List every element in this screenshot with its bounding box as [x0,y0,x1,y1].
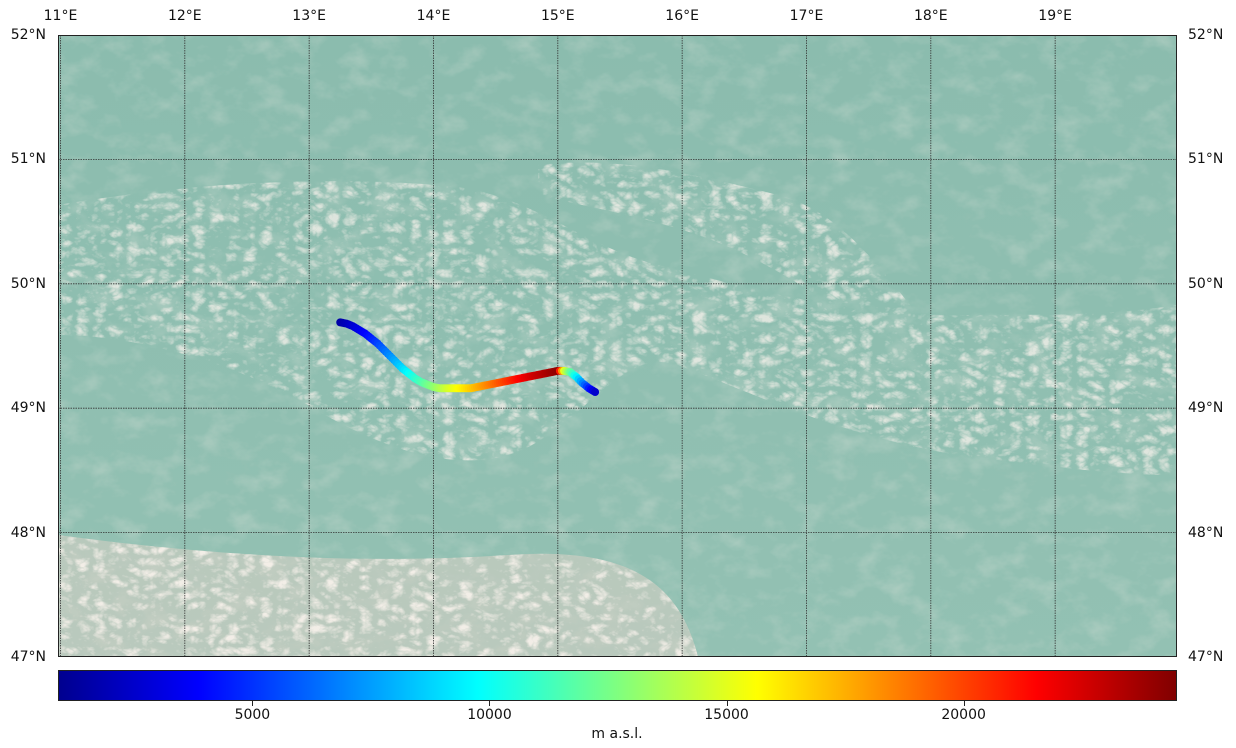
colorbar-tick-label: 20000 [941,707,986,723]
track-point [591,388,600,397]
lon-tick-label: 11°E [43,8,78,24]
lat-tick-label-right: 47°N [1188,649,1224,665]
colorbar-tick-label: 15000 [704,707,749,723]
lon-tick-label: 18°E [913,8,948,24]
lon-tick-label: 12°E [167,8,202,24]
lon-tick-label: 13°E [292,8,326,24]
lat-tick-label-right: 49°N [1188,400,1224,417]
lat-tick-label-right: 50°N [1188,275,1224,292]
colorbar-tick [963,701,965,706]
lat-tick-label-right: 48°N [1188,524,1224,541]
colorbar-tick [489,701,491,706]
colorbar-tick [252,701,254,706]
lat-tick-label-left: 47°N [10,649,46,665]
map-canvas[interactable] [58,35,1177,657]
lon-tick-label: 16°E [665,8,699,24]
lat-tick-label-left: 49°N [10,400,46,417]
lon-tick-label: 14°E [416,8,451,24]
colorbar-tick-label: 10000 [467,707,512,723]
lon-tick-label: 19°E [1038,8,1072,24]
map-panel[interactable] [58,35,1177,657]
colorbar-tick-label: 5000 [234,707,271,723]
colorbar-tick [726,701,728,706]
lon-tick-label: 17°E [789,8,824,24]
lat-tick-label-left: 51°N [10,151,46,168]
lat-tick-label-right: 51°N [1188,151,1224,168]
lat-tick-label-left: 50°N [10,275,46,292]
lon-tick-label: 15°E [540,8,575,24]
lat-tick-label-left: 52°N [10,27,46,43]
colorbar [58,670,1177,701]
lat-tick-label-right: 52°N [1188,27,1224,43]
colorbar-label: m a.s.l. [591,726,643,742]
colorbar-gradient [59,671,1176,700]
lat-tick-label-left: 48°N [10,524,46,541]
